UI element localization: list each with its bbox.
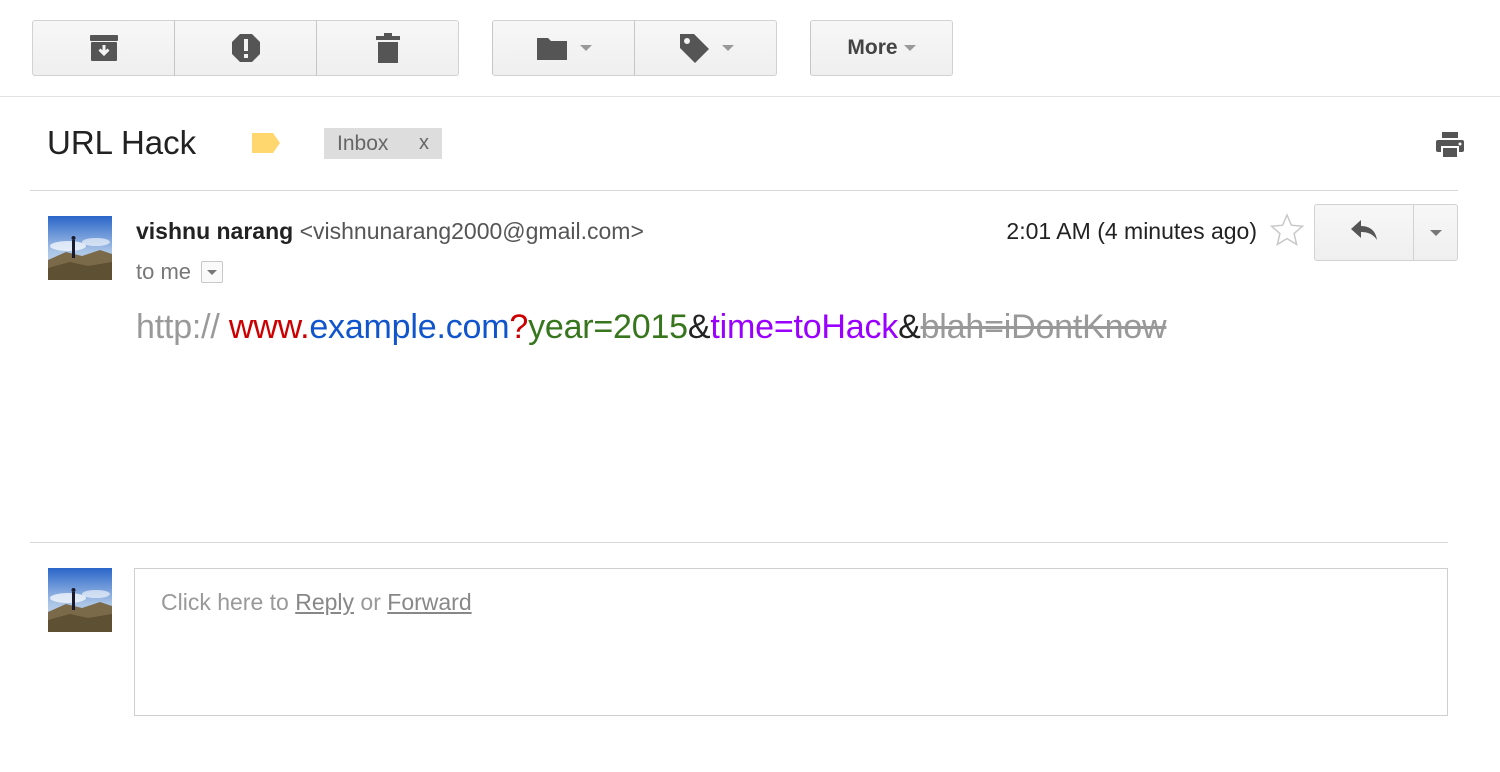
url-scheme: http:// <box>136 308 220 346</box>
star-icon[interactable] <box>1269 213 1305 252</box>
reply-prompt: Click here to Reply or Forward <box>161 589 472 616</box>
important-marker-icon[interactable] <box>251 132 281 159</box>
report-spam-icon <box>231 33 261 63</box>
reply-prompt-prefix: Click here to <box>161 589 289 615</box>
subject-title: URL Hack <box>47 124 197 161</box>
reply-prompt-or: or <box>360 589 381 615</box>
recipient-line: to me <box>136 259 224 285</box>
chevron-down-icon <box>207 269 218 275</box>
report-spam-button[interactable] <box>174 20 317 76</box>
reply-link[interactable]: Reply <box>295 589 354 615</box>
sender-email: <vishnunarang2000@gmail.com> <box>299 218 644 244</box>
url-subdomain: www. <box>228 308 310 346</box>
delete-button[interactable] <box>316 20 459 76</box>
tag-icon <box>678 32 710 64</box>
archive-button[interactable] <box>32 20 175 76</box>
avatar <box>48 568 112 632</box>
url-domain: example.com <box>309 308 510 346</box>
sender-line: vishnu narang <vishnunarang2000@gmail.co… <box>136 218 644 245</box>
sender-name[interactable]: vishnu narang <box>136 218 293 244</box>
archive-icon <box>89 34 119 62</box>
reply-box[interactable]: Click here to Reply or Forward <box>134 568 1448 716</box>
message-body-url: http:// www.example.com?year=2015&time=t… <box>136 308 1167 347</box>
move-to-button[interactable] <box>492 20 635 76</box>
message-divider <box>30 542 1448 543</box>
avatar <box>48 216 112 280</box>
label-chip-inbox[interactable]: Inbox x <box>324 128 442 159</box>
more-actions-button[interactable] <box>1413 204 1458 261</box>
url-query-mark: ? <box>509 308 529 346</box>
trash-icon <box>375 33 401 63</box>
subject-divider <box>30 190 1458 191</box>
print-icon[interactable] <box>1435 131 1465 164</box>
chevron-down-icon <box>579 45 592 51</box>
recipient-text: to me <box>136 259 192 284</box>
folder-icon <box>536 35 568 61</box>
chevron-down-icon <box>903 45 916 51</box>
url-param-time: time=toHack <box>710 308 899 346</box>
reply-icon <box>1350 219 1378 246</box>
url-param-year: year=2015 <box>528 308 688 346</box>
chevron-down-icon <box>721 45 734 51</box>
reply-button[interactable] <box>1314 204 1414 261</box>
more-label: More <box>847 36 898 59</box>
show-details-button[interactable] <box>201 261 224 283</box>
more-button[interactable]: More <box>810 20 953 76</box>
remove-label-button[interactable]: x <box>419 132 429 155</box>
toolbar-divider <box>0 96 1500 97</box>
labels-button[interactable] <box>634 20 777 76</box>
forward-link[interactable]: Forward <box>387 589 471 615</box>
url-ampersand: & <box>898 308 921 346</box>
url-ampersand: & <box>687 308 711 346</box>
message-timestamp: 2:01 AM (4 minutes ago) <box>1006 218 1257 244</box>
chevron-down-icon <box>1429 229 1442 236</box>
label-chip-text: Inbox <box>337 131 389 155</box>
url-param-blah: blah=iDontKnow <box>920 308 1167 346</box>
